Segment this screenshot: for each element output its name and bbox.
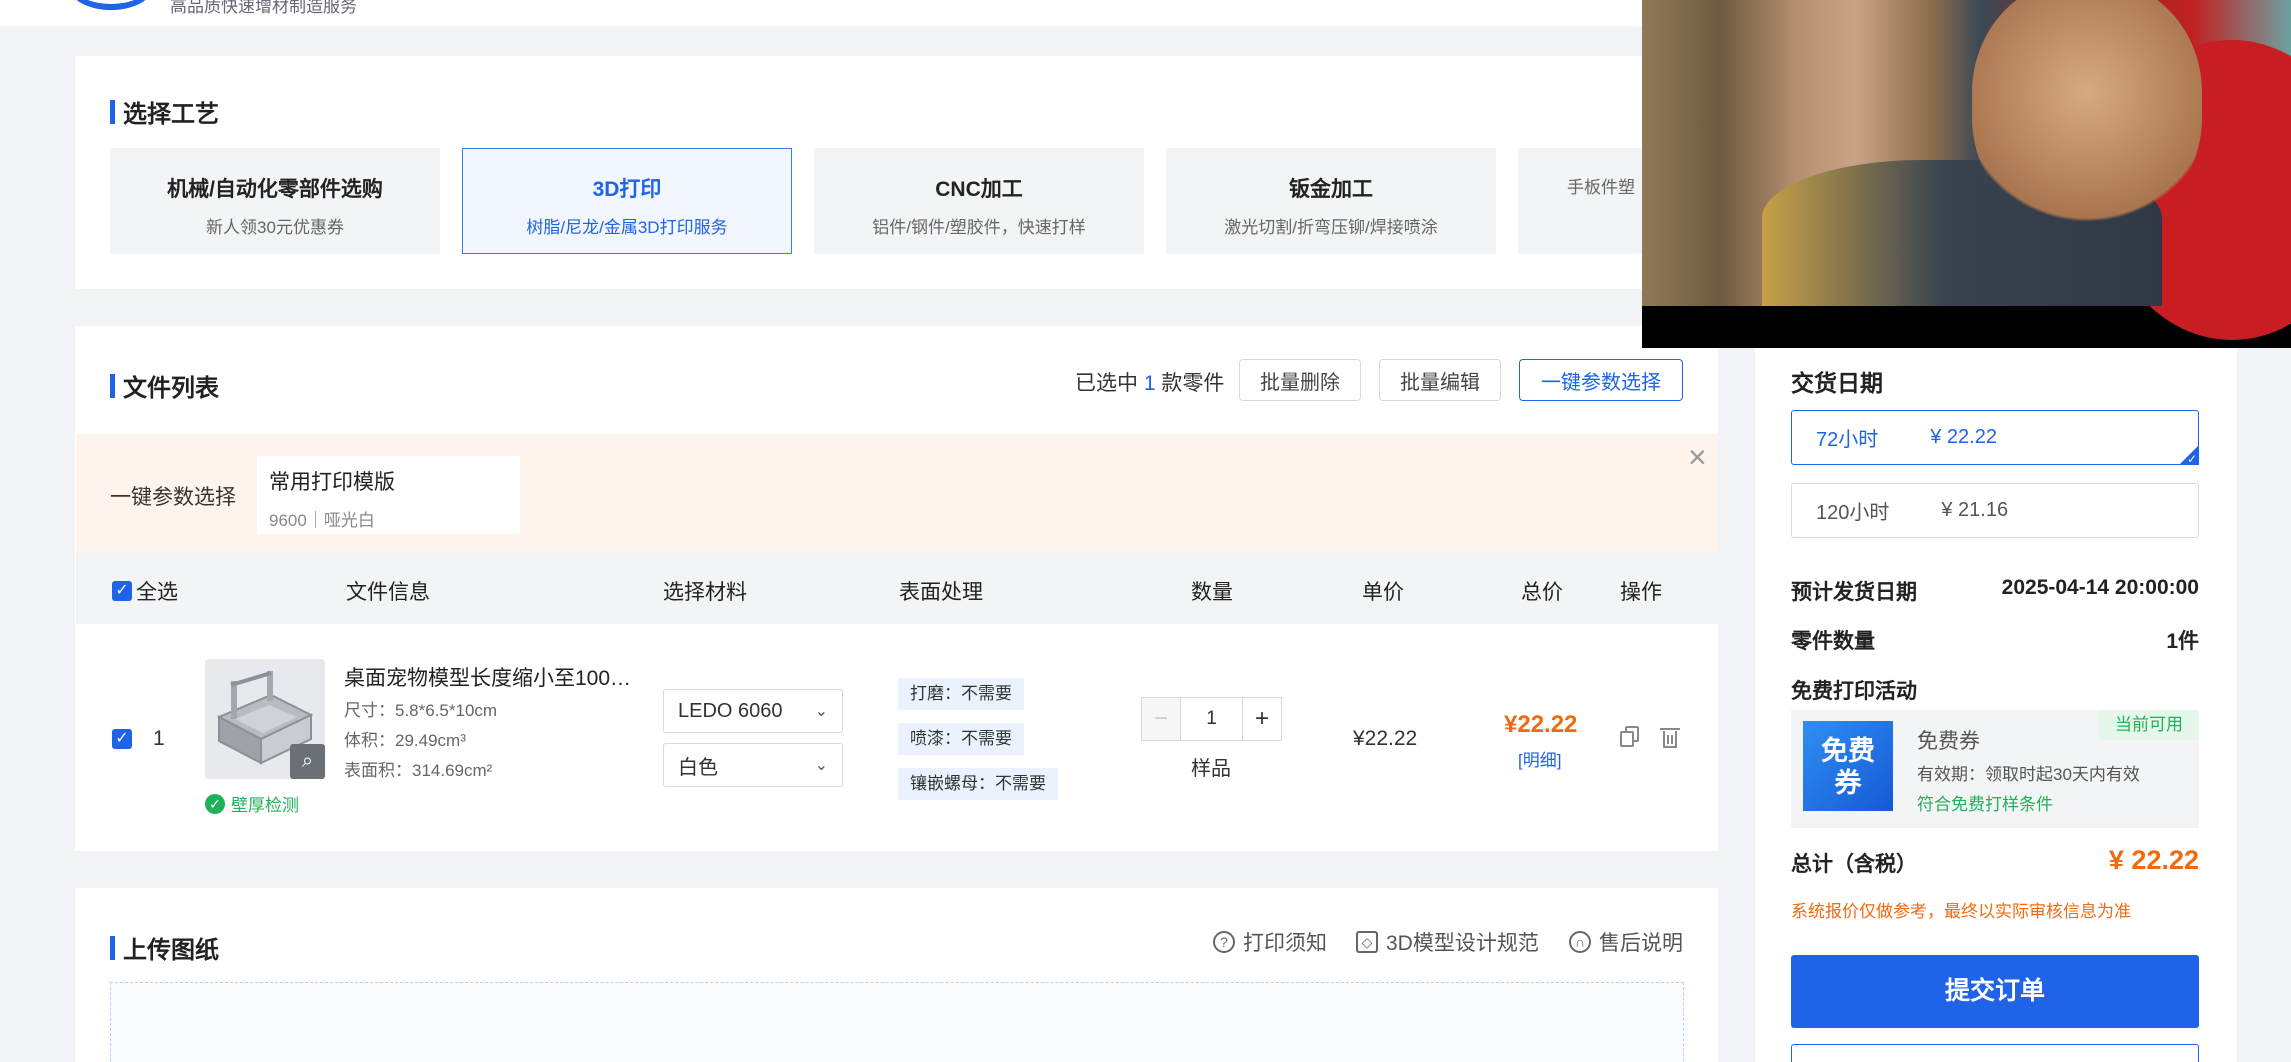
decrement-button[interactable]: −	[1142, 698, 1180, 740]
coupon-name: 免费券	[1917, 730, 1980, 753]
process-card-mechanical[interactable]: 机械/自动化零部件选购 新人领30元优惠券	[110, 148, 440, 254]
copy-icon[interactable]	[1620, 726, 1640, 748]
wall-check[interactable]: ✓ 壁厚检测	[205, 791, 299, 816]
ship-date-label: 预计发货日期	[1791, 581, 1917, 604]
col-material: 选择材料	[663, 581, 747, 604]
surface-tag-sanding[interactable]: 打磨：不需要	[898, 678, 1024, 710]
delivery-option-120h[interactable]: 120小时 ¥ 21.16	[1791, 483, 2199, 538]
process-title: 选择工艺	[110, 94, 219, 129]
color-select[interactable]: 白色 ⌄	[663, 743, 843, 787]
quantity-label: 样品	[1191, 758, 1231, 780]
question-icon: ?	[1213, 931, 1235, 953]
coupon-eligible: 符合免费打样条件	[1917, 795, 2053, 814]
increment-button[interactable]: +	[1243, 698, 1281, 740]
video-overlay[interactable]	[1642, 0, 2291, 348]
col-surface: 表面处理	[899, 581, 983, 604]
param-bar-label: 一键参数选择	[110, 486, 236, 509]
process-card-sheet-metal[interactable]: 钣金加工 激光切割/折弯压铆/焊接喷涂	[1166, 148, 1496, 254]
secondary-button[interactable]	[1791, 1044, 2199, 1062]
select-all-checkbox[interactable]: ✓	[112, 581, 132, 601]
zoom-icon[interactable]: ⌕	[290, 744, 325, 779]
part-count-value: 1件	[2166, 630, 2199, 653]
coupon-image: 免费券	[1803, 721, 1893, 811]
after-sales-link[interactable]: ∩ 售后说明	[1569, 927, 1683, 957]
file-volume: 体积：29.49cm³	[344, 731, 466, 750]
col-total-price: 总价	[1521, 581, 1563, 604]
total-value: ¥ 22.22	[2108, 845, 2199, 875]
close-icon[interactable]: ×	[1688, 441, 1707, 473]
file-list-title: 文件列表	[110, 368, 219, 403]
print-notice-link[interactable]: ? 打印须知	[1213, 927, 1327, 957]
quantity-stepper[interactable]: − 1 +	[1141, 697, 1282, 741]
col-file-info: 文件信息	[346, 581, 430, 604]
total-label: 总计（含税）	[1791, 853, 1917, 876]
delete-icon[interactable]	[1660, 726, 1680, 748]
ship-date-value: 2025-04-14 20:00:00	[2001, 576, 2199, 599]
file-size: 尺寸：5.8*6.5*10cm	[344, 701, 498, 720]
video-frame-image	[1642, 0, 2291, 340]
free-activity-title: 免费打印活动	[1791, 680, 1917, 703]
check-circle-icon: ✓	[205, 793, 225, 814]
surface-tag-insert-nut[interactable]: 镶嵌螺母：不需要	[898, 768, 1058, 800]
col-unit-price: 单价	[1362, 581, 1404, 604]
delivery-option-72h[interactable]: 72小时 ¥ 22.22 ✓	[1791, 410, 2199, 466]
row-checkbox[interactable]: ✓	[112, 729, 132, 749]
selected-count-text: 已选中 1 款零件	[1075, 372, 1225, 395]
table-header: ✓ 全选 文件信息 选择材料 表面处理 数量 单价 总价 操作	[76, 552, 1718, 624]
col-quantity: 数量	[1191, 581, 1233, 604]
coupon-validity: 有效期：领取时起30天内有效	[1917, 765, 2140, 784]
delivery-title: 交货日期	[1791, 370, 1883, 396]
quantity-input[interactable]: 1	[1180, 698, 1243, 740]
upload-dropzone[interactable]	[110, 982, 1684, 1062]
coupon-status-badge: 当前可用	[2099, 710, 2199, 740]
unit-price: ¥22.22	[1353, 727, 1418, 750]
batch-delete-button[interactable]: 批量删除	[1239, 359, 1361, 401]
price-detail-link[interactable]: [明细]	[1518, 746, 1561, 771]
batch-edit-button[interactable]: 批量编辑	[1379, 359, 1501, 401]
process-card-3d-print[interactable]: 3D打印 树脂/尼龙/金属3D打印服务	[462, 148, 792, 254]
row-index: 1	[153, 727, 165, 750]
upload-title: 上传图纸	[110, 930, 219, 965]
col-actions: 操作	[1620, 581, 1662, 604]
design-spec-link[interactable]: ◇ 3D模型设计规范	[1356, 927, 1539, 957]
file-name[interactable]: 桌面宠物模型长度缩小至100…	[344, 662, 644, 692]
total-price: ¥22.22	[1504, 711, 1578, 738]
price-disclaimer: 系统报价仅做参考，最终以实际审核信息为准	[1791, 902, 2131, 921]
select-all[interactable]: ✓ 全选	[112, 576, 178, 606]
part-count-label: 零件数量	[1791, 630, 1875, 653]
chevron-down-icon: ⌄	[814, 757, 828, 774]
template-option[interactable]: 常用打印模版 9600｜哑光白	[257, 456, 520, 534]
header-slogan: 高品质快速增材制造服务	[170, 0, 357, 16]
submit-order-button[interactable]: 提交订单	[1791, 955, 2199, 1028]
headset-icon: ∩	[1569, 931, 1591, 953]
chevron-down-icon: ⌄	[814, 703, 828, 720]
material-select[interactable]: LEDO 6060 ⌄	[663, 689, 843, 733]
one-click-params-button[interactable]: 一键参数选择	[1519, 359, 1683, 401]
surface-tag-painting[interactable]: 喷漆：不需要	[898, 723, 1024, 755]
cube-icon: ◇	[1356, 931, 1378, 953]
process-card-cnc[interactable]: CNC加工 铝件/钢件/塑胶件，快速打样	[814, 148, 1144, 254]
file-area: 表面积：314.69cm²	[344, 761, 493, 780]
